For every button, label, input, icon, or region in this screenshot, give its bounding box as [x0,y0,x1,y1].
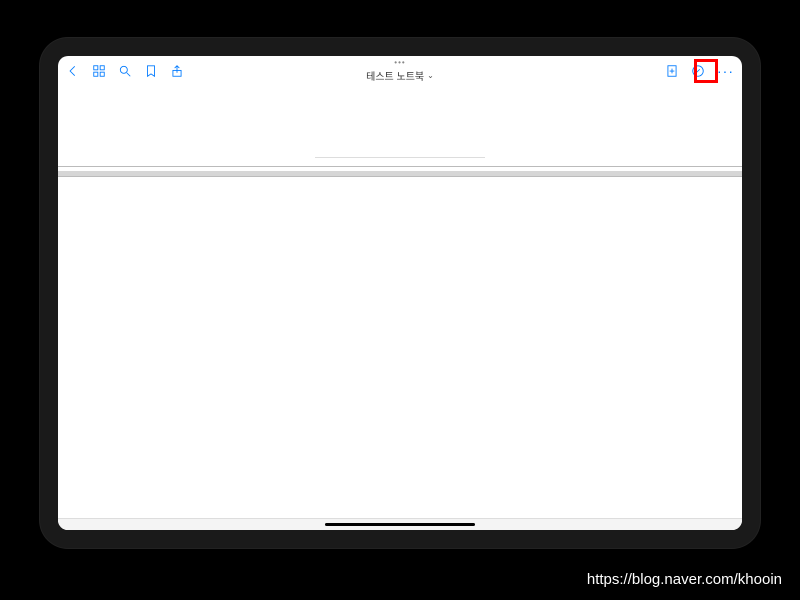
canvas-header [58,86,742,166]
chevron-down-icon: ⌄ [427,71,434,80]
toolbar-title-area[interactable]: ••• 테스트 노트북 ⌄ [366,59,434,83]
add-page-icon[interactable] [665,64,679,78]
notebook-title: 테스트 노트북 [366,68,424,83]
calendar-grid [58,166,742,530]
title-underline [315,157,485,158]
home-indicator[interactable] [325,523,475,526]
toolbar: ••• 테스트 노트북 ⌄ ··· [58,56,742,86]
thumbnails-icon[interactable] [92,64,106,78]
toolbar-left [66,64,184,78]
search-icon[interactable] [118,64,132,78]
share-icon[interactable] [170,64,184,78]
toolbar-right: ··· [665,64,734,78]
more-icon[interactable]: ··· [717,64,734,78]
attribution-text: https://blog.naver.com/khooin [587,571,782,588]
ipad-device-frame: ••• 테스트 노트북 ⌄ ··· [40,38,760,548]
note-canvas[interactable] [58,86,742,530]
screen: ••• 테스트 노트북 ⌄ ··· [58,56,742,530]
edit-pen-icon[interactable] [691,64,705,78]
back-icon[interactable] [66,64,80,78]
bookmark-icon[interactable] [144,64,158,78]
grid-table [58,171,742,177]
drag-handle-icon: ••• [394,59,405,67]
